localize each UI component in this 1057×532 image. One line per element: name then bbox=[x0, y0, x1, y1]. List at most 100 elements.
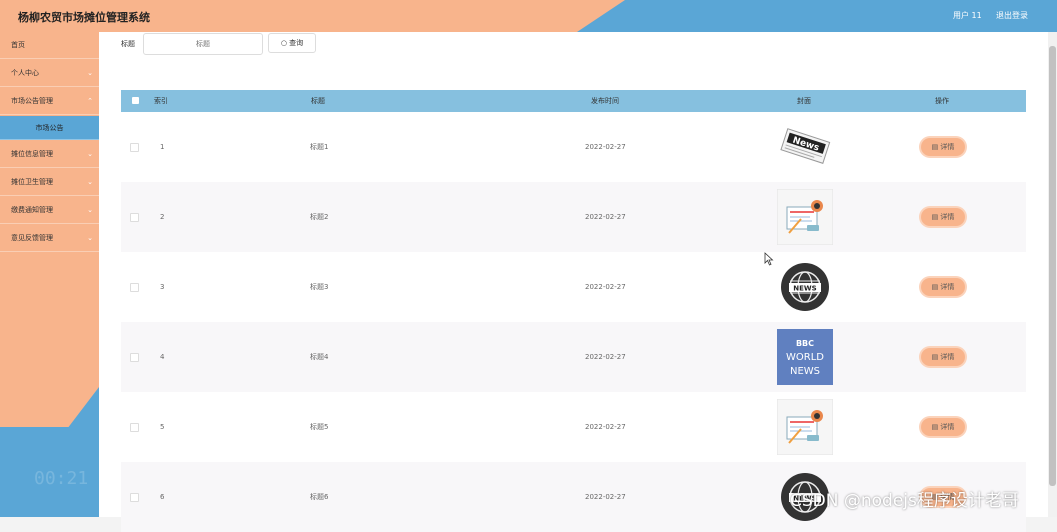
document-icon: ▤ bbox=[931, 283, 939, 291]
row-checkbox[interactable] bbox=[130, 213, 139, 222]
row-title: 标题1 bbox=[310, 143, 329, 151]
chevron-down-icon: ⌄ bbox=[87, 69, 93, 77]
search-label: 标题 bbox=[121, 40, 135, 48]
newspaper-icon: News bbox=[780, 128, 831, 164]
detail-button[interactable]: ▤ 详情 bbox=[921, 348, 965, 366]
row-date: 2022-02-27 bbox=[585, 283, 626, 291]
row-title: 标题3 bbox=[310, 283, 329, 291]
row-checkbox[interactable] bbox=[130, 143, 139, 152]
row-index: 5 bbox=[160, 423, 165, 431]
notice-table: 索引 标题 发布时间 封面 操作 1 标题1 2022-02-27 News ▤… bbox=[121, 90, 1026, 532]
detail-button-label: 详情 bbox=[940, 423, 955, 431]
table-row: 1 标题1 2022-02-27 News ▤ 详情 bbox=[121, 112, 1026, 182]
row-date: 2022-02-27 bbox=[585, 493, 626, 501]
row-index: 2 bbox=[160, 213, 165, 221]
document-icon: ▤ bbox=[931, 213, 939, 221]
row-title: 标题4 bbox=[310, 353, 329, 361]
row-title: 标题2 bbox=[310, 213, 329, 221]
search-input[interactable] bbox=[143, 33, 263, 55]
row-index: 6 bbox=[160, 493, 165, 501]
row-date: 2022-02-27 bbox=[585, 213, 626, 221]
row-checkbox[interactable] bbox=[130, 423, 139, 432]
column-header-date: 发布时间 bbox=[591, 97, 619, 105]
sidebar-item-stall-info[interactable]: 摊位信息管理 ⌄ bbox=[0, 141, 99, 168]
sidebar-item-payment-notice[interactable]: 缴费通知管理 ⌄ bbox=[0, 197, 99, 224]
mouse-cursor-icon bbox=[764, 252, 774, 266]
current-user: 用户 11 bbox=[953, 11, 982, 20]
table-row: 3 标题3 2022-02-27 NEWS ▤ 详情 bbox=[121, 252, 1026, 322]
detail-button[interactable]: ▤ 详情 bbox=[921, 418, 965, 436]
news-illustration-icon bbox=[777, 399, 833, 455]
row-date: 2022-02-27 bbox=[585, 423, 626, 431]
scrollbar-thumb[interactable] bbox=[1049, 46, 1056, 486]
page-scrollbar[interactable] bbox=[1048, 32, 1057, 517]
sidebar-item-label: 摊位信息管理 bbox=[11, 150, 53, 158]
sidebar-item-label: 摊位卫生管理 bbox=[11, 178, 53, 186]
row-title: 标题6 bbox=[310, 493, 329, 501]
bbc-world-text: WORLD bbox=[786, 352, 824, 363]
row-date: 2022-02-27 bbox=[585, 353, 626, 361]
top-header: 杨柳农贸市场摊位管理系统 用户 11 退出登录 bbox=[0, 0, 1057, 32]
news-globe-icon: NEWS bbox=[781, 263, 829, 311]
column-header-index: 索引 bbox=[154, 97, 168, 105]
detail-button-label: 详情 bbox=[940, 143, 955, 151]
sidebar-item-label: 市场公告管理 bbox=[11, 97, 53, 105]
search-button[interactable]: ○ 查询 bbox=[268, 33, 316, 53]
column-header-actions: 操作 bbox=[935, 97, 949, 105]
sidebar-item-market-notice[interactable]: 市场公告 bbox=[0, 116, 99, 140]
watermark: CSDN @nodejs程序设计老哥 bbox=[790, 491, 1019, 511]
search-button-label: 查询 bbox=[289, 39, 304, 47]
bbc-news-text: NEWS bbox=[790, 366, 820, 377]
row-index: 4 bbox=[160, 353, 165, 361]
sidebar-item-label: 缴费通知管理 bbox=[11, 206, 53, 214]
main-content: 标题 ○ 查询 索引 标题 发布时间 封面 操作 1 标题1 2022-02-2… bbox=[99, 32, 1048, 532]
sidebar-item-home[interactable]: 首页 bbox=[0, 32, 99, 59]
bbc-logo-text: BBC bbox=[796, 339, 814, 348]
news-illustration-icon bbox=[777, 189, 833, 245]
document-icon: ▤ bbox=[931, 143, 939, 151]
table-row: 2 标题2 2022-02-27 ▤ 详情 bbox=[121, 182, 1026, 252]
chevron-down-icon: ⌄ bbox=[87, 206, 93, 214]
chevron-down-icon: ⌄ bbox=[87, 150, 93, 158]
document-icon: ▤ bbox=[931, 353, 939, 361]
logout-link[interactable]: 退出登录 bbox=[996, 10, 1028, 21]
chevron-down-icon: ⌄ bbox=[87, 234, 93, 242]
app-title: 杨柳农贸市场摊位管理系统 bbox=[18, 11, 150, 24]
sidebar-item-stall-hygiene[interactable]: 摊位卫生管理 ⌄ bbox=[0, 169, 99, 196]
sidebar-item-label: 意见反馈管理 bbox=[11, 234, 53, 242]
column-header-title: 标题 bbox=[311, 97, 325, 105]
detail-button[interactable]: ▤ 详情 bbox=[921, 278, 965, 296]
header-decoration-right bbox=[577, 0, 1057, 32]
table-row: 5 标题5 2022-02-27 ▤ 详情 bbox=[121, 392, 1026, 462]
detail-button[interactable]: ▤ 详情 bbox=[921, 208, 965, 226]
detail-button-label: 详情 bbox=[940, 213, 955, 221]
clock-display: 00:21 bbox=[34, 468, 89, 489]
detail-button-label: 详情 bbox=[940, 353, 955, 361]
row-index: 3 bbox=[160, 283, 165, 291]
table-header: 索引 标题 发布时间 封面 操作 bbox=[121, 90, 1026, 112]
document-icon: ▤ bbox=[931, 423, 939, 431]
bbc-world-news-icon: BBC WORLD NEWS bbox=[777, 329, 833, 385]
sidebar-item-label: 市场公告 bbox=[35, 124, 64, 132]
sidebar: 00:21 首页 个人中心 ⌄ 市场公告管理 ⌃ 市场公告 摊位信息管理 ⌄ 摊… bbox=[0, 32, 99, 517]
row-checkbox[interactable] bbox=[130, 353, 139, 362]
row-index: 1 bbox=[160, 143, 165, 151]
svg-text:NEWS: NEWS bbox=[793, 285, 816, 293]
sidebar-item-label: 个人中心 bbox=[11, 69, 39, 77]
row-checkbox[interactable] bbox=[130, 493, 139, 502]
sidebar-item-notice-management[interactable]: 市场公告管理 ⌃ bbox=[0, 88, 99, 115]
row-checkbox[interactable] bbox=[130, 283, 139, 292]
row-title: 标题5 bbox=[310, 423, 329, 431]
column-header-cover: 封面 bbox=[797, 97, 811, 105]
select-all-checkbox[interactable] bbox=[132, 97, 139, 104]
detail-button-label: 详情 bbox=[940, 283, 955, 291]
table-row: 4 标题4 2022-02-27 BBC WORLD NEWS ▤ 详情 bbox=[121, 322, 1026, 392]
chevron-up-icon: ⌃ bbox=[87, 97, 93, 105]
row-date: 2022-02-27 bbox=[585, 143, 626, 151]
sidebar-item-label: 首页 bbox=[11, 41, 25, 49]
search-icon: ○ bbox=[280, 39, 287, 47]
sidebar-item-feedback[interactable]: 意见反馈管理 ⌄ bbox=[0, 225, 99, 252]
chevron-down-icon: ⌄ bbox=[87, 178, 93, 186]
sidebar-item-personal-center[interactable]: 个人中心 ⌄ bbox=[0, 60, 99, 87]
detail-button[interactable]: ▤ 详情 bbox=[921, 138, 965, 156]
